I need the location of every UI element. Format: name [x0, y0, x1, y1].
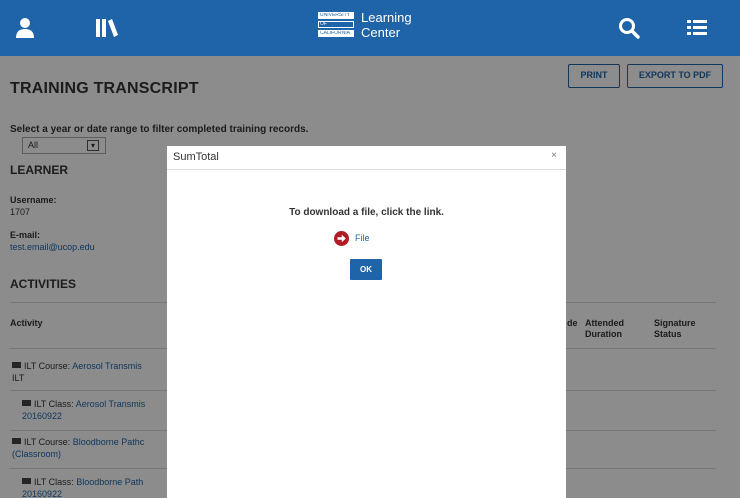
brand-text: Learning Center [361, 10, 412, 40]
uc-logo-icon: UNIVERSITY OF CALIFORNIA [318, 12, 354, 39]
file-download-link[interactable]: File [355, 233, 370, 243]
close-icon[interactable]: × [551, 150, 557, 161]
arrow-right-circle-icon[interactable] [334, 231, 349, 246]
download-dialog: SumTotal × To download a file, click the… [167, 146, 566, 498]
ok-button[interactable]: OK [350, 259, 382, 280]
library-icon[interactable] [94, 16, 120, 40]
menu-icon[interactable] [684, 16, 710, 40]
brand-line-1: Learning [361, 10, 412, 25]
brand-line-2: Center [361, 25, 401, 40]
user-icon[interactable] [12, 16, 38, 40]
dialog-header: SumTotal × [167, 146, 566, 170]
dialog-title: SumTotal [173, 151, 219, 163]
dialog-message: To download a file, click the link. [289, 207, 444, 218]
search-icon[interactable] [616, 16, 642, 40]
top-navigation-bar: UNIVERSITY OF CALIFORNIA Learning Center [0, 0, 740, 56]
